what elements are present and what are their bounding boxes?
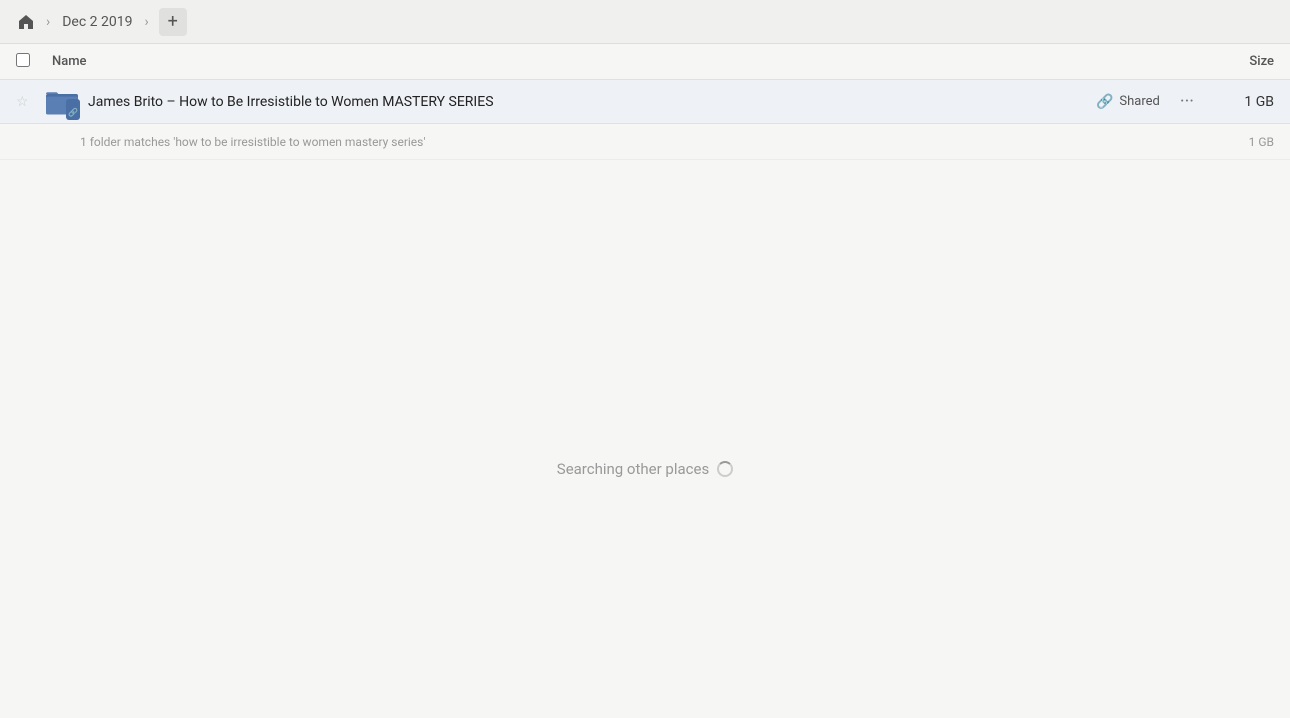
loading-spinner bbox=[717, 461, 733, 477]
searching-text: Searching other places bbox=[557, 460, 709, 478]
more-options-button[interactable]: ··· bbox=[1176, 87, 1198, 116]
select-all-input[interactable] bbox=[16, 53, 30, 67]
match-size: 1 GB bbox=[1214, 135, 1274, 149]
shared-label: 🔗 Shared bbox=[1096, 94, 1160, 110]
searching-area: Searching other places bbox=[0, 460, 1290, 478]
breadcrumb-bar: › Dec 2 2019 › + bbox=[0, 0, 1290, 44]
match-info-row: 1 folder matches 'how to be irresistible… bbox=[0, 124, 1290, 160]
breadcrumb-chevron-2: › bbox=[142, 14, 150, 30]
select-all-checkbox[interactable] bbox=[16, 52, 40, 71]
star-icon[interactable]: ☆ bbox=[16, 94, 36, 110]
name-column-header: Name bbox=[52, 54, 1194, 69]
file-size: 1 GB bbox=[1214, 94, 1274, 110]
link-badge: 🔗 bbox=[66, 99, 80, 120]
breadcrumb-date[interactable]: Dec 2 2019 bbox=[56, 10, 138, 34]
home-breadcrumb[interactable] bbox=[12, 8, 40, 36]
add-breadcrumb-button[interactable]: + bbox=[159, 8, 187, 36]
file-list-row[interactable]: ☆ 🔗 James Brito – How to Be Irresistible… bbox=[0, 80, 1290, 124]
link-icon: 🔗 bbox=[1096, 94, 1113, 110]
file-actions: 🔗 Shared ··· 1 GB bbox=[1096, 87, 1274, 116]
file-name: James Brito – How to Be Irresistible to … bbox=[88, 94, 1096, 110]
folder-icon-wrapper: 🔗 bbox=[44, 84, 80, 120]
size-column-header: Size bbox=[1194, 54, 1274, 69]
match-text: 1 folder matches 'how to be irresistible… bbox=[80, 135, 1214, 149]
breadcrumb-chevron-1: › bbox=[44, 14, 52, 30]
column-header-row: Name Size bbox=[0, 44, 1290, 80]
